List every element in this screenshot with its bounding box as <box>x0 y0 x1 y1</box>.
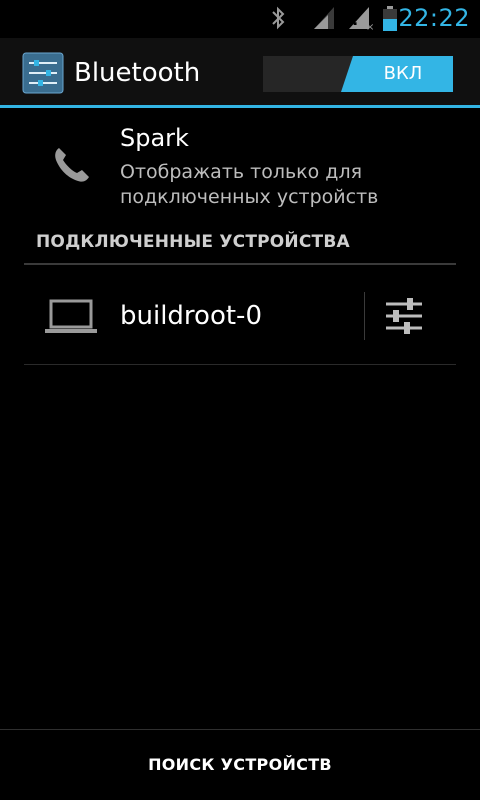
svg-text:×: × <box>366 22 374 31</box>
action-bar: Bluetooth ВКЛ <box>0 38 480 108</box>
paired-device-name: buildroot-0 <box>120 301 262 331</box>
page-title: Bluetooth <box>74 58 201 88</box>
phone-icon <box>55 148 89 182</box>
device-name: Spark <box>120 124 189 152</box>
battery-icon <box>383 6 397 31</box>
section-header-connected-devices: ПОДКЛЮЧЕННЫЕ УСТРОЙСТВА <box>36 232 350 252</box>
signal-icon <box>314 7 334 29</box>
section-divider <box>24 263 456 265</box>
laptop-icon <box>45 299 97 333</box>
bluetooth-toggle[interactable]: ВКЛ <box>263 56 453 92</box>
sim-unknown-icon: ? × <box>349 7 374 31</box>
paired-device-row[interactable]: buildroot-0 <box>24 268 456 364</box>
device-visibility-status: Отображать только для подключенных устро… <box>120 161 379 208</box>
search-devices-button[interactable]: ПОИСК УСТРОЙСТВ <box>0 730 480 800</box>
bluetooth-icon <box>272 6 285 30</box>
row-separator <box>364 292 365 340</box>
action-bar-divider <box>0 105 480 108</box>
svg-text:?: ? <box>351 10 360 29</box>
device-settings-icon[interactable] <box>382 294 426 338</box>
row-divider <box>24 364 456 365</box>
local-device-header[interactable]: Spark Отображать только для подключенных… <box>0 112 480 222</box>
status-clock: 22:22 <box>398 4 470 32</box>
status-bar: ? × 22:22 <box>0 0 480 38</box>
toggle-label: ВКЛ <box>383 63 423 84</box>
settings-app-icon[interactable] <box>22 52 64 94</box>
